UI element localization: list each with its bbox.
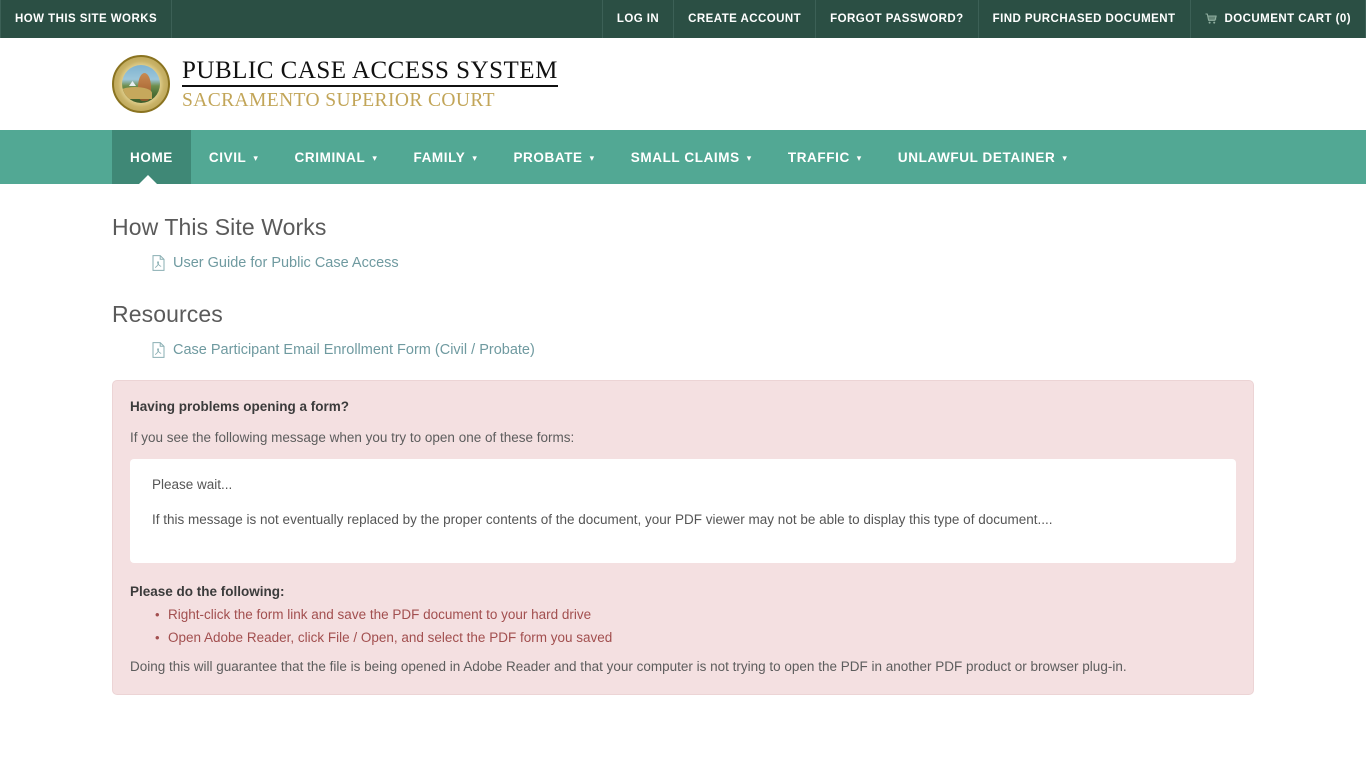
top-utility-bar: HOW THIS SITE WORKS LOG IN CREATE ACCOUN… — [0, 0, 1366, 38]
document-link-row: Case Participant Email Enrollment Form (… — [112, 342, 1254, 358]
sample-message-box: Please wait... If this message is not ev… — [130, 459, 1236, 563]
section-heading-resources: Resources — [112, 301, 223, 327]
sacramento-county-court-seal-icon — [112, 55, 170, 113]
document-link-row: User Guide for Public Case Access — [112, 255, 1254, 271]
nav-item-label: UNLAWFUL DETAINER — [897, 149, 1056, 165]
topbar-link-log-in[interactable]: LOG IN — [601, 0, 675, 38]
chevron-down-icon: ▾ — [856, 152, 862, 163]
shopping-cart-icon — [1205, 13, 1218, 25]
topbar-link-label: CREATE ACCOUNT — [688, 13, 802, 25]
top-utility-bar-right: LOG IN CREATE ACCOUNT FORGOT PASSWORD? F… — [601, 0, 1366, 38]
troubleshooting-steps-list: Right-click the form link and save the P… — [130, 607, 1236, 645]
nav-item-label: FAMILY — [413, 149, 466, 165]
sample-message-line-1: Please wait... — [152, 477, 233, 492]
topbar-link-label: FORGOT PASSWORD? — [830, 13, 964, 25]
topbar-link-label: FIND PURCHASED DOCUMENT — [992, 13, 1176, 25]
nav-item-label: SMALL CLAIMS — [630, 149, 740, 165]
nav-item-unlawful-detainer[interactable]: UNLAWFUL DETAINER ▾ — [880, 130, 1086, 184]
topbar-link-document-cart[interactable]: DOCUMENT CART (0) — [1191, 0, 1366, 38]
nav-item-family[interactable]: FAMILY ▾ — [395, 130, 495, 184]
topbar-link-label: HOW THIS SITE WORKS — [15, 13, 158, 25]
main-navigation: HOME CIVIL ▾ CRIMINAL ▾ FAMILY ▾ PROBATE… — [0, 130, 1366, 184]
pdf-file-icon — [152, 255, 165, 271]
topbar-link-how-this-site-works[interactable]: HOW THIS SITE WORKS — [0, 0, 173, 38]
list-item: Right-click the form link and save the P… — [155, 607, 1236, 622]
alert-title: Having problems opening a form? — [130, 399, 350, 414]
topbar-link-label: DOCUMENT CART (0) — [1224, 13, 1351, 25]
nav-item-label: HOME — [130, 149, 173, 165]
form-troubleshooting-panel: Having problems opening a form? If you s… — [112, 380, 1254, 695]
nav-item-civil[interactable]: CIVIL ▾ — [191, 130, 277, 184]
alert-subtitle: Please do the following: — [130, 584, 285, 599]
site-title-block: PUBLIC CASE ACCESS SYSTEM SACRAMENTO SUP… — [182, 58, 558, 111]
topbar-link-find-purchased-document[interactable]: FIND PURCHASED DOCUMENT — [979, 0, 1191, 38]
nav-item-label: TRAFFIC — [787, 149, 850, 165]
nav-item-label: CRIMINAL — [294, 149, 366, 165]
nav-item-label: PROBATE — [513, 149, 583, 165]
site-title: PUBLIC CASE ACCESS SYSTEM — [182, 58, 558, 87]
pdf-file-icon — [152, 342, 165, 358]
chevron-down-icon: ▾ — [372, 152, 378, 163]
link-user-guide-for-public-case-access[interactable]: User Guide for Public Case Access — [173, 255, 399, 271]
chevron-down-icon: ▾ — [589, 152, 595, 163]
alert-footer-text: Doing this will guarantee that the file … — [130, 659, 1127, 674]
site-banner: PUBLIC CASE ACCESS SYSTEM SACRAMENTO SUP… — [0, 38, 1366, 130]
alert-lead-text: If you see the following message when yo… — [130, 430, 575, 445]
active-tab-pointer — [139, 175, 157, 184]
nav-item-probate[interactable]: PROBATE ▾ — [495, 130, 612, 184]
sample-message-line-2: If this message is not eventually replac… — [152, 512, 1053, 527]
link-case-participant-email-enrollment-form[interactable]: Case Participant Email Enrollment Form (… — [173, 342, 535, 358]
chevron-down-icon: ▾ — [253, 152, 259, 163]
site-subtitle: SACRAMENTO SUPERIOR COURT — [182, 89, 495, 111]
top-utility-bar-left: HOW THIS SITE WORKS — [0, 0, 173, 38]
page-content: How This Site Works User Guide for Publi… — [0, 214, 1366, 695]
page-title: How This Site Works — [112, 214, 327, 240]
topbar-link-forgot-password[interactable]: FORGOT PASSWORD? — [816, 0, 979, 38]
chevron-down-icon: ▾ — [746, 152, 752, 163]
nav-item-criminal[interactable]: CRIMINAL ▾ — [277, 130, 396, 184]
chevron-down-icon: ▾ — [472, 152, 478, 163]
nav-item-traffic[interactable]: TRAFFIC ▾ — [770, 130, 880, 184]
top-utility-bar-spacer — [172, 0, 602, 38]
chevron-down-icon: ▾ — [1062, 152, 1068, 163]
list-item: Open Adobe Reader, click File / Open, an… — [155, 630, 1236, 645]
nav-item-small-claims[interactable]: SMALL CLAIMS ▾ — [613, 130, 770, 184]
topbar-link-create-account[interactable]: CREATE ACCOUNT — [674, 0, 817, 38]
nav-item-label: CIVIL — [208, 149, 247, 165]
topbar-link-label: LOG IN — [616, 13, 660, 25]
